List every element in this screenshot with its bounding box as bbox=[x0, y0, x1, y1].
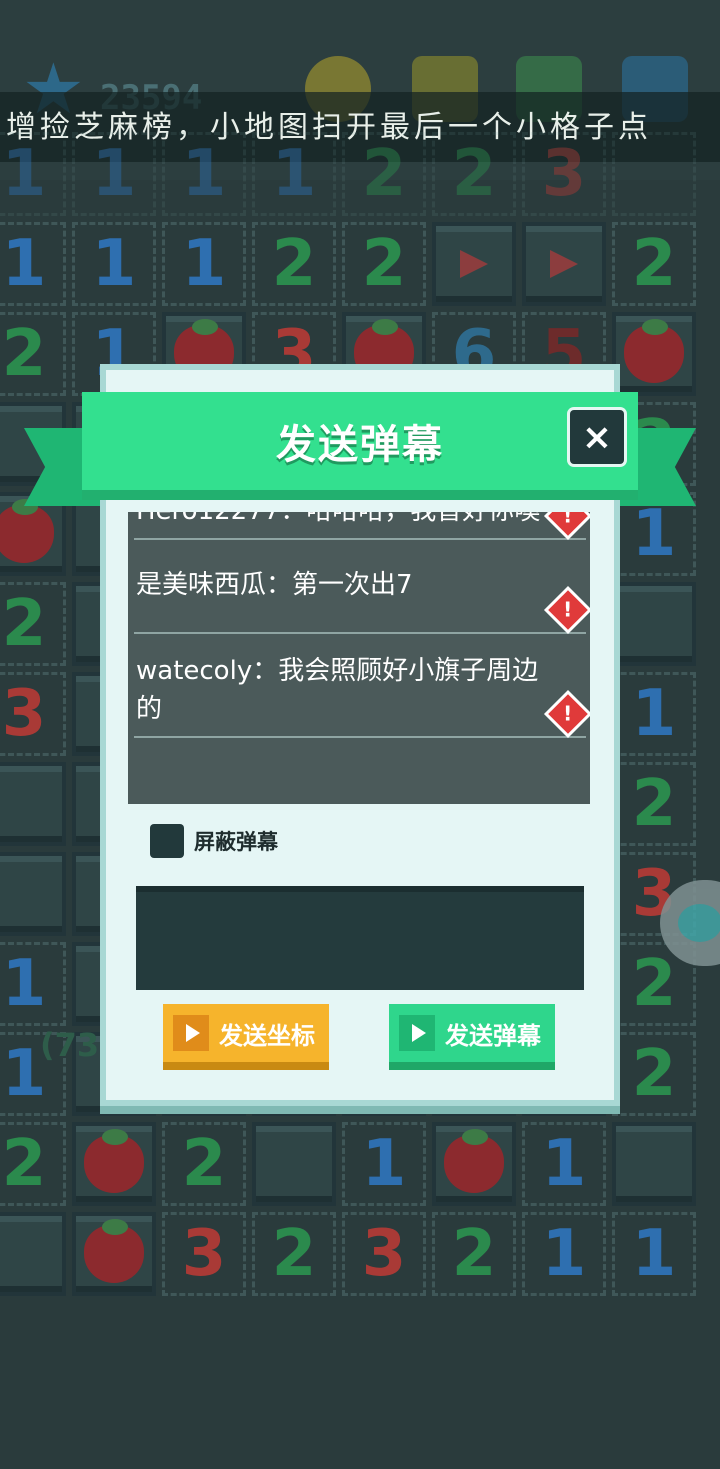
report-warning-icon[interactable]: ! bbox=[548, 512, 588, 536]
play-icon bbox=[399, 1015, 435, 1051]
close-button[interactable]: × bbox=[570, 410, 624, 464]
block-danmaku-option[interactable]: 屏蔽弹幕 bbox=[150, 824, 278, 858]
dialog-header: 发送弹幕 bbox=[82, 392, 638, 490]
play-icon bbox=[173, 1015, 209, 1051]
danmaku-message-list[interactable]: Hero12277：哈哈哈，我替好你噢 ! 是美味西瓜：第一次出7 ! wate… bbox=[128, 512, 590, 804]
message-text: Hero12277：哈哈哈，我替好你噢 bbox=[136, 512, 540, 526]
send-danmaku-button[interactable]: 发送弹幕 bbox=[389, 1004, 555, 1062]
message-item: Hero12277：哈哈哈，我替好你噢 ! bbox=[134, 512, 588, 540]
danmaku-text-input[interactable] bbox=[136, 886, 584, 990]
danmaku-dialog-overlay: 发送弹幕 × Hero12277：哈哈哈，我替好你噢 ! 是美味西瓜：第一次出7… bbox=[0, 0, 720, 1469]
message-item: watecoly：我会照顾好小旗子周边的 ! bbox=[134, 634, 588, 738]
report-warning-icon[interactable]: ! bbox=[548, 590, 588, 630]
message-text: watecoly：我会照顾好小旗子周边的 bbox=[136, 656, 539, 724]
message-text: 是美味西瓜：第一次出7 bbox=[136, 570, 413, 600]
dialog-title: 发送弹幕 bbox=[276, 422, 444, 468]
message-item: 是美味西瓜：第一次出7 ! bbox=[134, 540, 588, 634]
block-danmaku-checkbox[interactable] bbox=[150, 824, 184, 858]
send-danmaku-label: 发送弹幕 bbox=[445, 1021, 541, 1050]
send-coordinate-label: 发送坐标 bbox=[219, 1021, 315, 1050]
send-coordinate-button[interactable]: 发送坐标 bbox=[163, 1004, 329, 1062]
report-warning-icon[interactable]: ! bbox=[548, 694, 588, 734]
block-danmaku-label: 屏蔽弹幕 bbox=[194, 830, 278, 854]
